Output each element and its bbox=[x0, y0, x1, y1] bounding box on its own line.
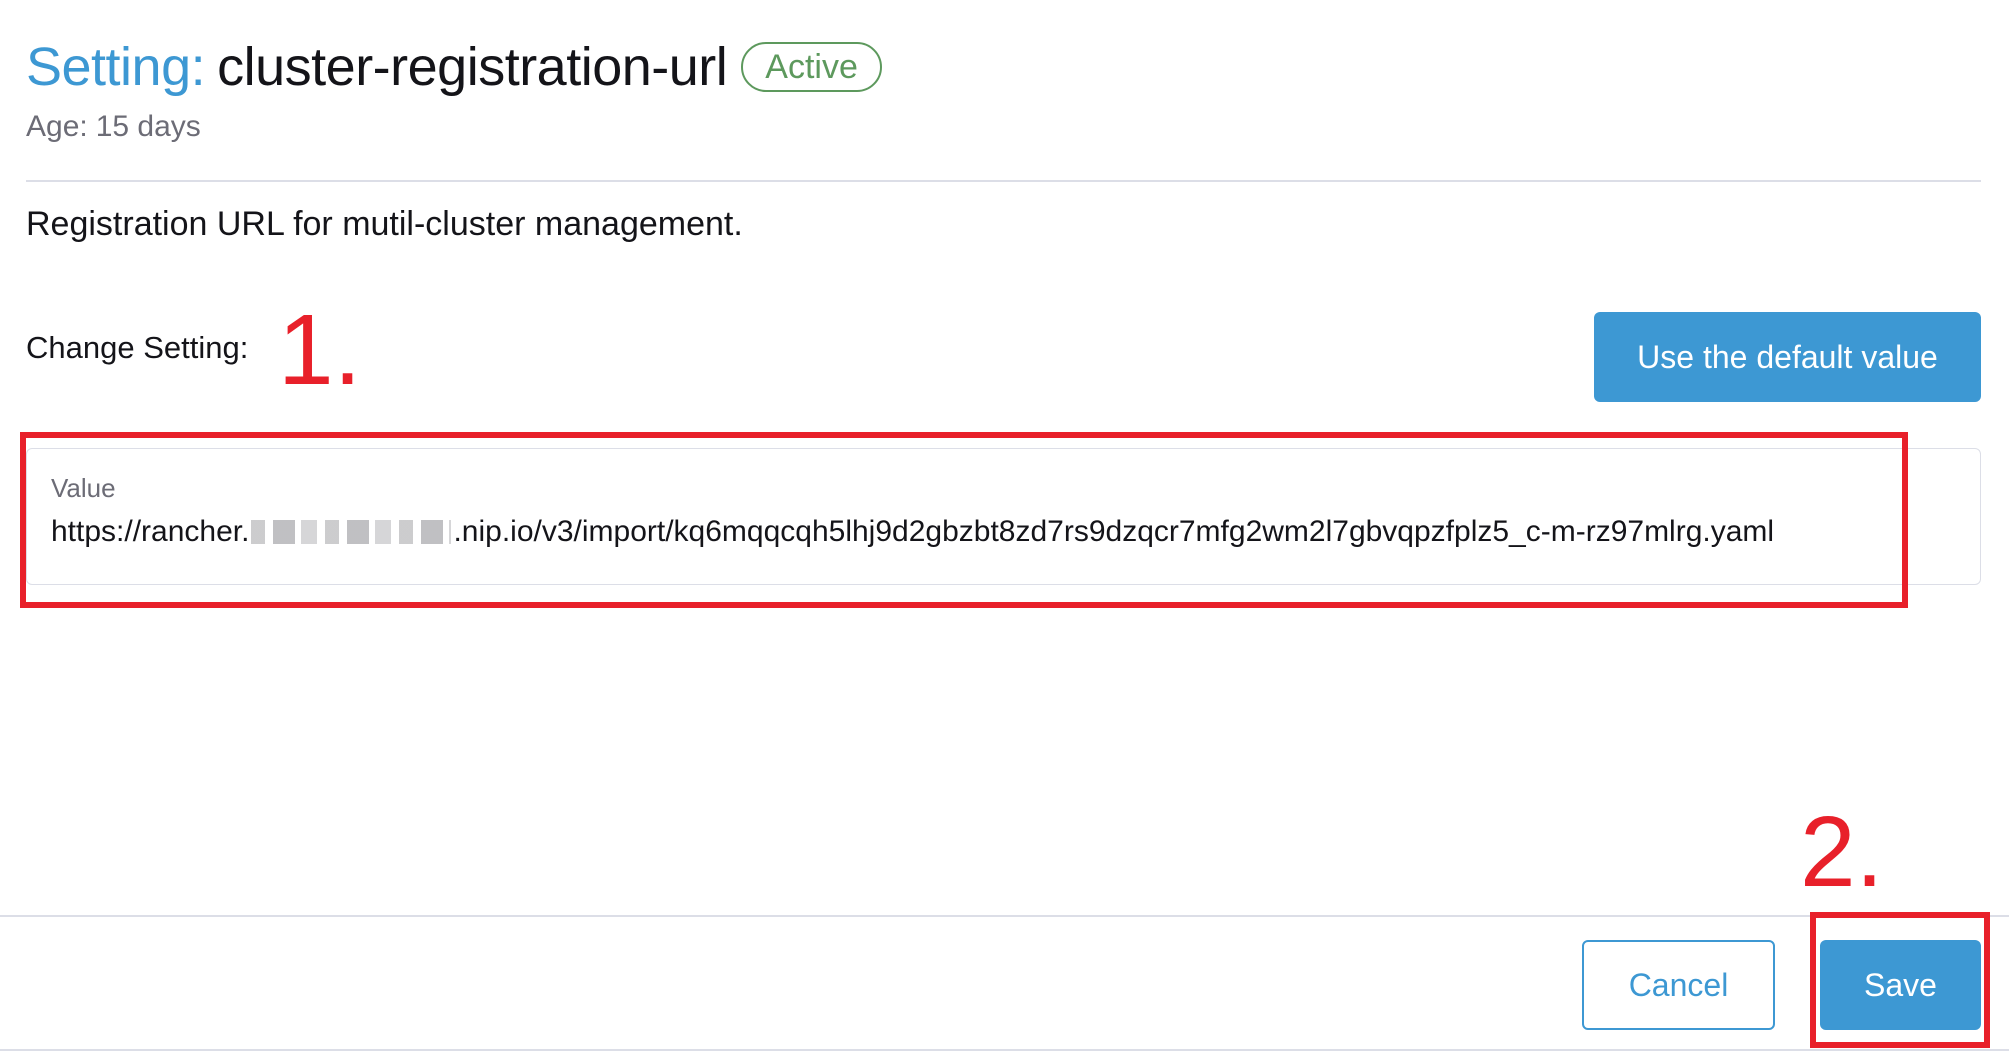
annotation-step-2: 2. bbox=[1800, 796, 1884, 908]
annotation-highlight-save-button bbox=[1810, 912, 1990, 1048]
cancel-button[interactable]: Cancel bbox=[1582, 940, 1775, 1030]
bottom-edge-line bbox=[0, 1049, 2009, 1051]
setting-name: cluster-registration-url bbox=[217, 37, 728, 97]
setting-description: Registration URL for mutil-cluster manag… bbox=[26, 205, 743, 243]
page-title: Setting: cluster-registration-url Active bbox=[26, 30, 882, 104]
change-setting-label: Change Setting: bbox=[26, 330, 249, 365]
status-badge: Active bbox=[741, 42, 882, 92]
age-value: 15 days bbox=[95, 110, 201, 143]
age-info: Age: 15 days bbox=[26, 110, 201, 144]
footer-divider bbox=[0, 915, 2009, 917]
page-title-prefix: Setting: bbox=[26, 37, 206, 97]
header-divider bbox=[26, 180, 1981, 182]
annotation-step-1: 1. bbox=[278, 294, 362, 406]
use-default-value-button[interactable]: Use the default value bbox=[1594, 312, 1981, 402]
annotation-highlight-value-field bbox=[20, 432, 1908, 608]
age-label: Age: bbox=[26, 110, 88, 143]
